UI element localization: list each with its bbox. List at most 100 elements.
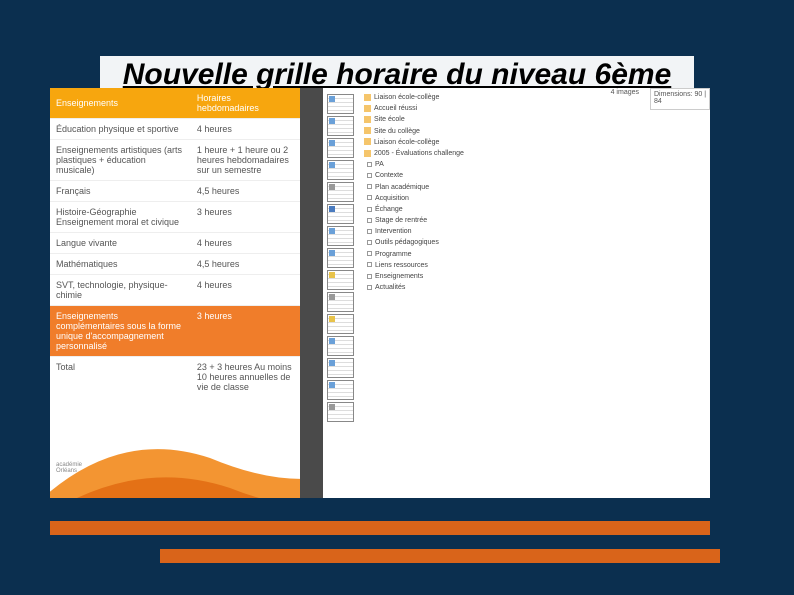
- footer-bar-upper: [50, 521, 710, 535]
- bullet-icon: [367, 262, 372, 267]
- tree-item[interactable]: Acquisition: [364, 193, 704, 204]
- bullet-icon: [367, 162, 372, 167]
- tree-item[interactable]: Liaison école-collège: [364, 137, 704, 148]
- tree-label: Contexte: [375, 172, 403, 179]
- tree-label: Liens ressources: [375, 262, 428, 269]
- dimensions-box: Dimensions: 90 | 84: [650, 88, 710, 110]
- slide-thumb[interactable]: [327, 226, 354, 246]
- cell-hours: 4 heures: [191, 275, 300, 306]
- cell-subject: Enseignements artistiques (arts plastiqu…: [50, 140, 191, 181]
- slide-thumb[interactable]: [327, 314, 354, 334]
- bullet-icon: [367, 251, 372, 256]
- cell-hours: 3 heures: [191, 306, 300, 357]
- tree-label: Stage de rentrée: [375, 217, 427, 224]
- bullet-icon: [367, 229, 372, 234]
- cell-subject: SVT, technologie, physique-chimie: [50, 275, 191, 306]
- images-count-label: 4 images: [608, 88, 642, 100]
- table-row: Enseignements artistiques (arts plastiqu…: [50, 140, 300, 181]
- academie-logo: académie Orléans: [56, 462, 86, 492]
- tree-item[interactable]: Stage de rentrée: [364, 215, 704, 226]
- tree-label: Liaison école-collège: [374, 94, 439, 101]
- tree-item[interactable]: Outils pédagogiques: [364, 237, 704, 248]
- tree-label: Acquisition: [375, 195, 409, 202]
- tree-item[interactable]: PA: [364, 159, 704, 170]
- tree-item[interactable]: Intervention: [364, 226, 704, 237]
- table-row: Langue vivante4 heures: [50, 233, 300, 254]
- cell-hours: 4,5 heures: [191, 254, 300, 275]
- table-row: Histoire-Géographie Enseignement moral e…: [50, 202, 300, 233]
- cell-subject: Mathématiques: [50, 254, 191, 275]
- cell-subject: Langue vivante: [50, 233, 191, 254]
- cell-subject: Éducation physique et sportive: [50, 119, 191, 140]
- tree-label: Site école: [374, 116, 405, 123]
- tree-label: PA: [375, 161, 384, 168]
- thumbnail-column: [323, 88, 358, 498]
- slide-thumb[interactable]: [327, 270, 354, 290]
- tree-label: Programme: [375, 251, 412, 258]
- cell-hours: 4 heures: [191, 233, 300, 254]
- folder-icon: [364, 116, 371, 123]
- slide-thumb[interactable]: [327, 336, 354, 356]
- timetable-panel: Enseignements Horaires hebdomadaires Édu…: [50, 88, 300, 498]
- tree-label: Outils pédagogiques: [375, 239, 439, 246]
- folder-icon: [364, 105, 371, 112]
- bullet-icon: [367, 240, 372, 245]
- slide-thumb[interactable]: [327, 94, 354, 114]
- outline-tree: Liaison école-collège Accueil réussi Sit…: [358, 88, 710, 498]
- cell-subject: Histoire-Géographie Enseignement moral e…: [50, 202, 191, 233]
- tree-item[interactable]: Enseignements: [364, 271, 704, 282]
- cell-hours: 23 + 3 heures Au moins 10 heures annuell…: [191, 357, 300, 398]
- tree-label: 2005 - Évaluations challenge: [374, 150, 464, 157]
- tree-item[interactable]: 2005 - Évaluations challenge: [364, 148, 704, 159]
- folder-icon: [364, 127, 371, 134]
- tree-label: Site du collège: [374, 128, 420, 135]
- cell-hours: 4,5 heures: [191, 181, 300, 202]
- slide-thumb[interactable]: [327, 248, 354, 268]
- table-row: Éducation physique et sportive4 heures: [50, 119, 300, 140]
- slide-thumb[interactable]: [327, 138, 354, 158]
- timetable: Enseignements Horaires hebdomadaires Édu…: [50, 88, 300, 397]
- tree-label: Intervention: [375, 228, 412, 235]
- folder-icon: [364, 138, 371, 145]
- slide-thumb[interactable]: [327, 182, 354, 202]
- bullet-icon: [367, 195, 372, 200]
- folder-icon: [364, 94, 371, 101]
- tree-item[interactable]: Site du collège: [364, 126, 704, 137]
- slide-thumb[interactable]: [327, 358, 354, 378]
- slide-thumb[interactable]: [327, 160, 354, 180]
- tree-item[interactable]: Site école: [364, 114, 704, 125]
- bullet-icon: [367, 285, 372, 290]
- tree-item[interactable]: Plan académique: [364, 182, 704, 193]
- slide-thumb[interactable]: [327, 402, 354, 422]
- footer-bar-lower: [160, 549, 720, 563]
- th-subject: Enseignements: [50, 88, 191, 119]
- table-row: Mathématiques4,5 heures: [50, 254, 300, 275]
- tree-label: Actualités: [375, 284, 405, 291]
- tree-item[interactable]: Actualités: [364, 282, 704, 293]
- decorative-swirl: [50, 398, 300, 498]
- cell-subject: Français: [50, 181, 191, 202]
- cell-hours: 4 heures: [191, 119, 300, 140]
- tree-label: Liaison école-collège: [374, 139, 439, 146]
- table-row-total: Total23 + 3 heures Au moins 10 heures an…: [50, 357, 300, 398]
- slide-thumb[interactable]: [327, 380, 354, 400]
- tree-label: Accueil réussi: [374, 105, 417, 112]
- content-area: Enseignements Horaires hebdomadaires Édu…: [50, 88, 710, 498]
- tree-item[interactable]: Contexte: [364, 170, 704, 181]
- table-row: Français4,5 heures: [50, 181, 300, 202]
- slide-thumb[interactable]: [327, 116, 354, 136]
- cell-subject: Total: [50, 357, 191, 398]
- tree-item[interactable]: Liens ressources: [364, 260, 704, 271]
- bullet-icon: [367, 207, 372, 212]
- cell-hours: 3 heures: [191, 202, 300, 233]
- tree-label: Échange: [375, 206, 403, 213]
- tree-label: Plan académique: [375, 184, 429, 191]
- tree-item[interactable]: Programme: [364, 249, 704, 260]
- tree-label: Enseignements: [375, 273, 423, 280]
- slide-thumb[interactable]: [327, 292, 354, 312]
- bullet-icon: [367, 173, 372, 178]
- slide-thumb[interactable]: [327, 204, 354, 224]
- bullet-icon: [367, 274, 372, 279]
- table-row-highlight: Enseignements complémentaires sous la fo…: [50, 306, 300, 357]
- tree-item[interactable]: Échange: [364, 204, 704, 215]
